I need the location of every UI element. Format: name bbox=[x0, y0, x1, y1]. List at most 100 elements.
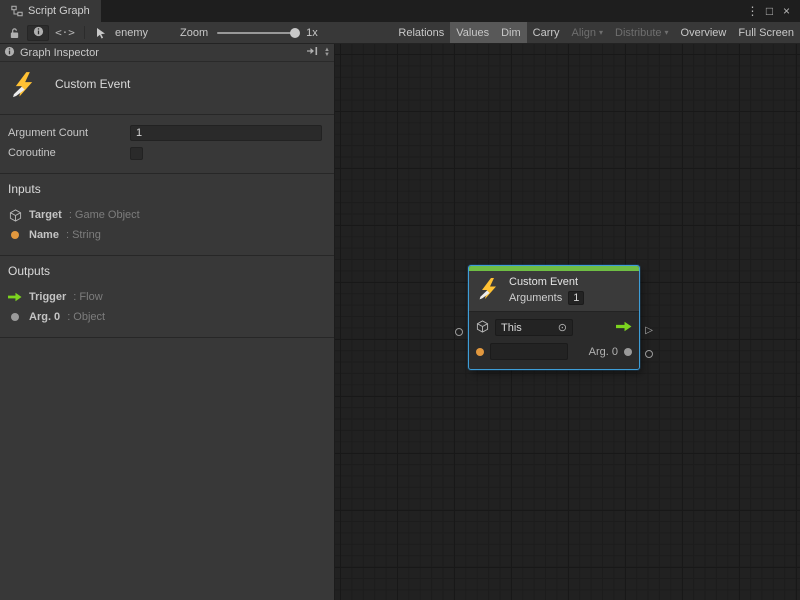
argument-count-input[interactable] bbox=[130, 125, 322, 141]
relations-button[interactable]: Relations bbox=[392, 22, 450, 43]
object-port-icon[interactable] bbox=[624, 348, 632, 356]
port-type: : Flow bbox=[73, 291, 102, 303]
node-body: This ⊙ Arg. 0 bbox=[469, 311, 639, 369]
dim-button[interactable]: Dim bbox=[495, 22, 527, 43]
argument-count-row: Argument Count bbox=[8, 123, 322, 143]
inspector-toggle-button[interactable] bbox=[27, 25, 49, 41]
main-split: Graph Inspector ▲ ▼ bbox=[0, 44, 800, 600]
window-titlebar: Script Graph ⋮ □ × bbox=[0, 0, 800, 22]
chevron-down-icon: ▾ bbox=[665, 28, 669, 37]
maximize-icon[interactable]: □ bbox=[761, 4, 778, 18]
graph-pointer-icon bbox=[91, 24, 111, 42]
dim-button-label: Dim bbox=[501, 27, 521, 39]
port-name: Name bbox=[29, 229, 59, 241]
graph-canvas[interactable]: Custom Event Arguments 1 This bbox=[335, 44, 800, 600]
trigger-flow-icon[interactable] bbox=[616, 321, 632, 335]
inspector-header-controls: ▲ ▼ bbox=[306, 46, 330, 59]
target-dropdown-value: This bbox=[501, 322, 522, 334]
dock-right-icon[interactable] bbox=[306, 46, 318, 59]
info-icon bbox=[33, 26, 44, 40]
port-name: Trigger bbox=[29, 291, 66, 303]
toolbar-buttons: Relations Values Dim Carry Align ▾ Distr… bbox=[392, 22, 800, 43]
align-button-label: Align bbox=[572, 27, 596, 39]
node-arguments-row: Arguments 1 bbox=[509, 291, 584, 305]
game-object-cube-icon bbox=[8, 209, 22, 222]
zoom-label: Zoom bbox=[180, 27, 208, 39]
scroll-down-icon[interactable]: ▼ bbox=[324, 53, 330, 58]
scroll-arrows[interactable]: ▲ ▼ bbox=[324, 48, 330, 58]
carry-button-label: Carry bbox=[533, 27, 560, 39]
node-header-text: Custom Event Arguments 1 bbox=[509, 276, 584, 305]
graph-toolbar: <·> enemy Zoom 1x Relations Values Dim C… bbox=[0, 22, 800, 44]
port-name: Target bbox=[29, 209, 62, 221]
port-type: : String bbox=[66, 229, 101, 241]
object-picker-icon[interactable]: ⊙ bbox=[558, 321, 567, 334]
outputs-section: Outputs Trigger : Flow Arg. 0 : Object bbox=[0, 256, 334, 338]
coroutine-checkbox[interactable] bbox=[130, 147, 143, 160]
inspector-empty-area bbox=[0, 338, 334, 600]
event-name-input[interactable] bbox=[490, 343, 568, 360]
values-button[interactable]: Values bbox=[450, 22, 495, 43]
node-title: Custom Event bbox=[509, 276, 584, 288]
zoom-slider[interactable] bbox=[217, 32, 297, 34]
zoom-slider-knob[interactable] bbox=[290, 28, 300, 38]
string-port-icon bbox=[8, 231, 22, 239]
graph-inspector-title: Graph Inspector bbox=[20, 47, 99, 59]
values-button-label: Values bbox=[456, 27, 489, 39]
full-screen-button[interactable]: Full Screen bbox=[732, 22, 800, 43]
custom-event-node-icon bbox=[477, 277, 501, 304]
input-row-name: Name : String bbox=[8, 225, 324, 245]
arguments-label: Arguments bbox=[509, 292, 562, 304]
output-value-port-circle[interactable] bbox=[645, 350, 653, 358]
overview-button[interactable]: Overview bbox=[675, 22, 733, 43]
unity-visual-scripting-window: Script Graph ⋮ □ × <·> enemy Zoom 1x Rel bbox=[0, 0, 800, 600]
coroutine-row: Coroutine bbox=[8, 143, 322, 163]
distribute-button-label: Distribute bbox=[615, 27, 661, 39]
graph-name-label: enemy bbox=[115, 27, 148, 39]
window-controls: ⋮ □ × bbox=[744, 0, 800, 22]
custom-event-icon bbox=[10, 71, 38, 102]
arg0-label: Arg. 0 bbox=[589, 346, 618, 358]
distribute-button[interactable]: Distribute ▾ bbox=[609, 22, 674, 43]
full-screen-button-label: Full Screen bbox=[738, 27, 794, 39]
carry-button[interactable]: Carry bbox=[527, 22, 566, 43]
game-object-cube-icon bbox=[476, 320, 489, 336]
tab-script-graph[interactable]: Script Graph bbox=[0, 0, 101, 22]
lock-icon[interactable] bbox=[4, 24, 24, 42]
script-graph-icon bbox=[11, 5, 23, 17]
node-header[interactable]: Custom Event Arguments 1 bbox=[469, 271, 639, 311]
flow-arrow-icon bbox=[8, 292, 22, 302]
port-type: : Game Object bbox=[69, 209, 140, 221]
inputs-section: Inputs Target : Game Object Name : Strin… bbox=[0, 174, 334, 256]
object-port-icon bbox=[8, 313, 22, 321]
unit-title: Custom Event bbox=[55, 77, 130, 91]
node-row-arg: Arg. 0 bbox=[476, 342, 632, 361]
chevron-down-icon: ▾ bbox=[599, 28, 603, 37]
relations-button-label: Relations bbox=[398, 27, 444, 39]
window-menu-icon[interactable]: ⋮ bbox=[744, 4, 761, 18]
toolbar-separator bbox=[84, 26, 85, 39]
input-port-circle[interactable] bbox=[455, 328, 463, 336]
info-icon bbox=[4, 46, 15, 60]
output-flow-port-triangle[interactable]: ▷ bbox=[645, 324, 653, 338]
graph-inspector-panel: Graph Inspector ▲ ▼ bbox=[0, 44, 335, 600]
target-dropdown[interactable]: This ⊙ bbox=[495, 319, 573, 336]
overview-button-label: Overview bbox=[681, 27, 727, 39]
string-port-icon[interactable] bbox=[476, 348, 484, 356]
graph-inspector-header: Graph Inspector ▲ ▼ bbox=[0, 44, 334, 62]
argument-count-label: Argument Count bbox=[8, 127, 130, 139]
unit-settings: Argument Count Coroutine bbox=[0, 115, 334, 174]
close-icon[interactable]: × bbox=[778, 4, 795, 18]
arguments-value-field[interactable]: 1 bbox=[568, 291, 584, 305]
output-row-arg0: Arg. 0 : Object bbox=[8, 307, 324, 327]
align-button[interactable]: Align ▾ bbox=[566, 22, 609, 43]
custom-event-node[interactable]: Custom Event Arguments 1 This bbox=[469, 266, 639, 369]
port-name: Arg. 0 bbox=[29, 311, 60, 323]
node-row-target: This ⊙ bbox=[476, 318, 632, 337]
edit-graph-icon[interactable]: <·> bbox=[52, 26, 78, 39]
zoom-value-label: 1x bbox=[306, 27, 318, 39]
outputs-title: Outputs bbox=[8, 264, 324, 278]
input-row-target: Target : Game Object bbox=[8, 205, 324, 225]
output-row-trigger: Trigger : Flow bbox=[8, 287, 324, 307]
unit-header: Custom Event bbox=[0, 62, 334, 115]
